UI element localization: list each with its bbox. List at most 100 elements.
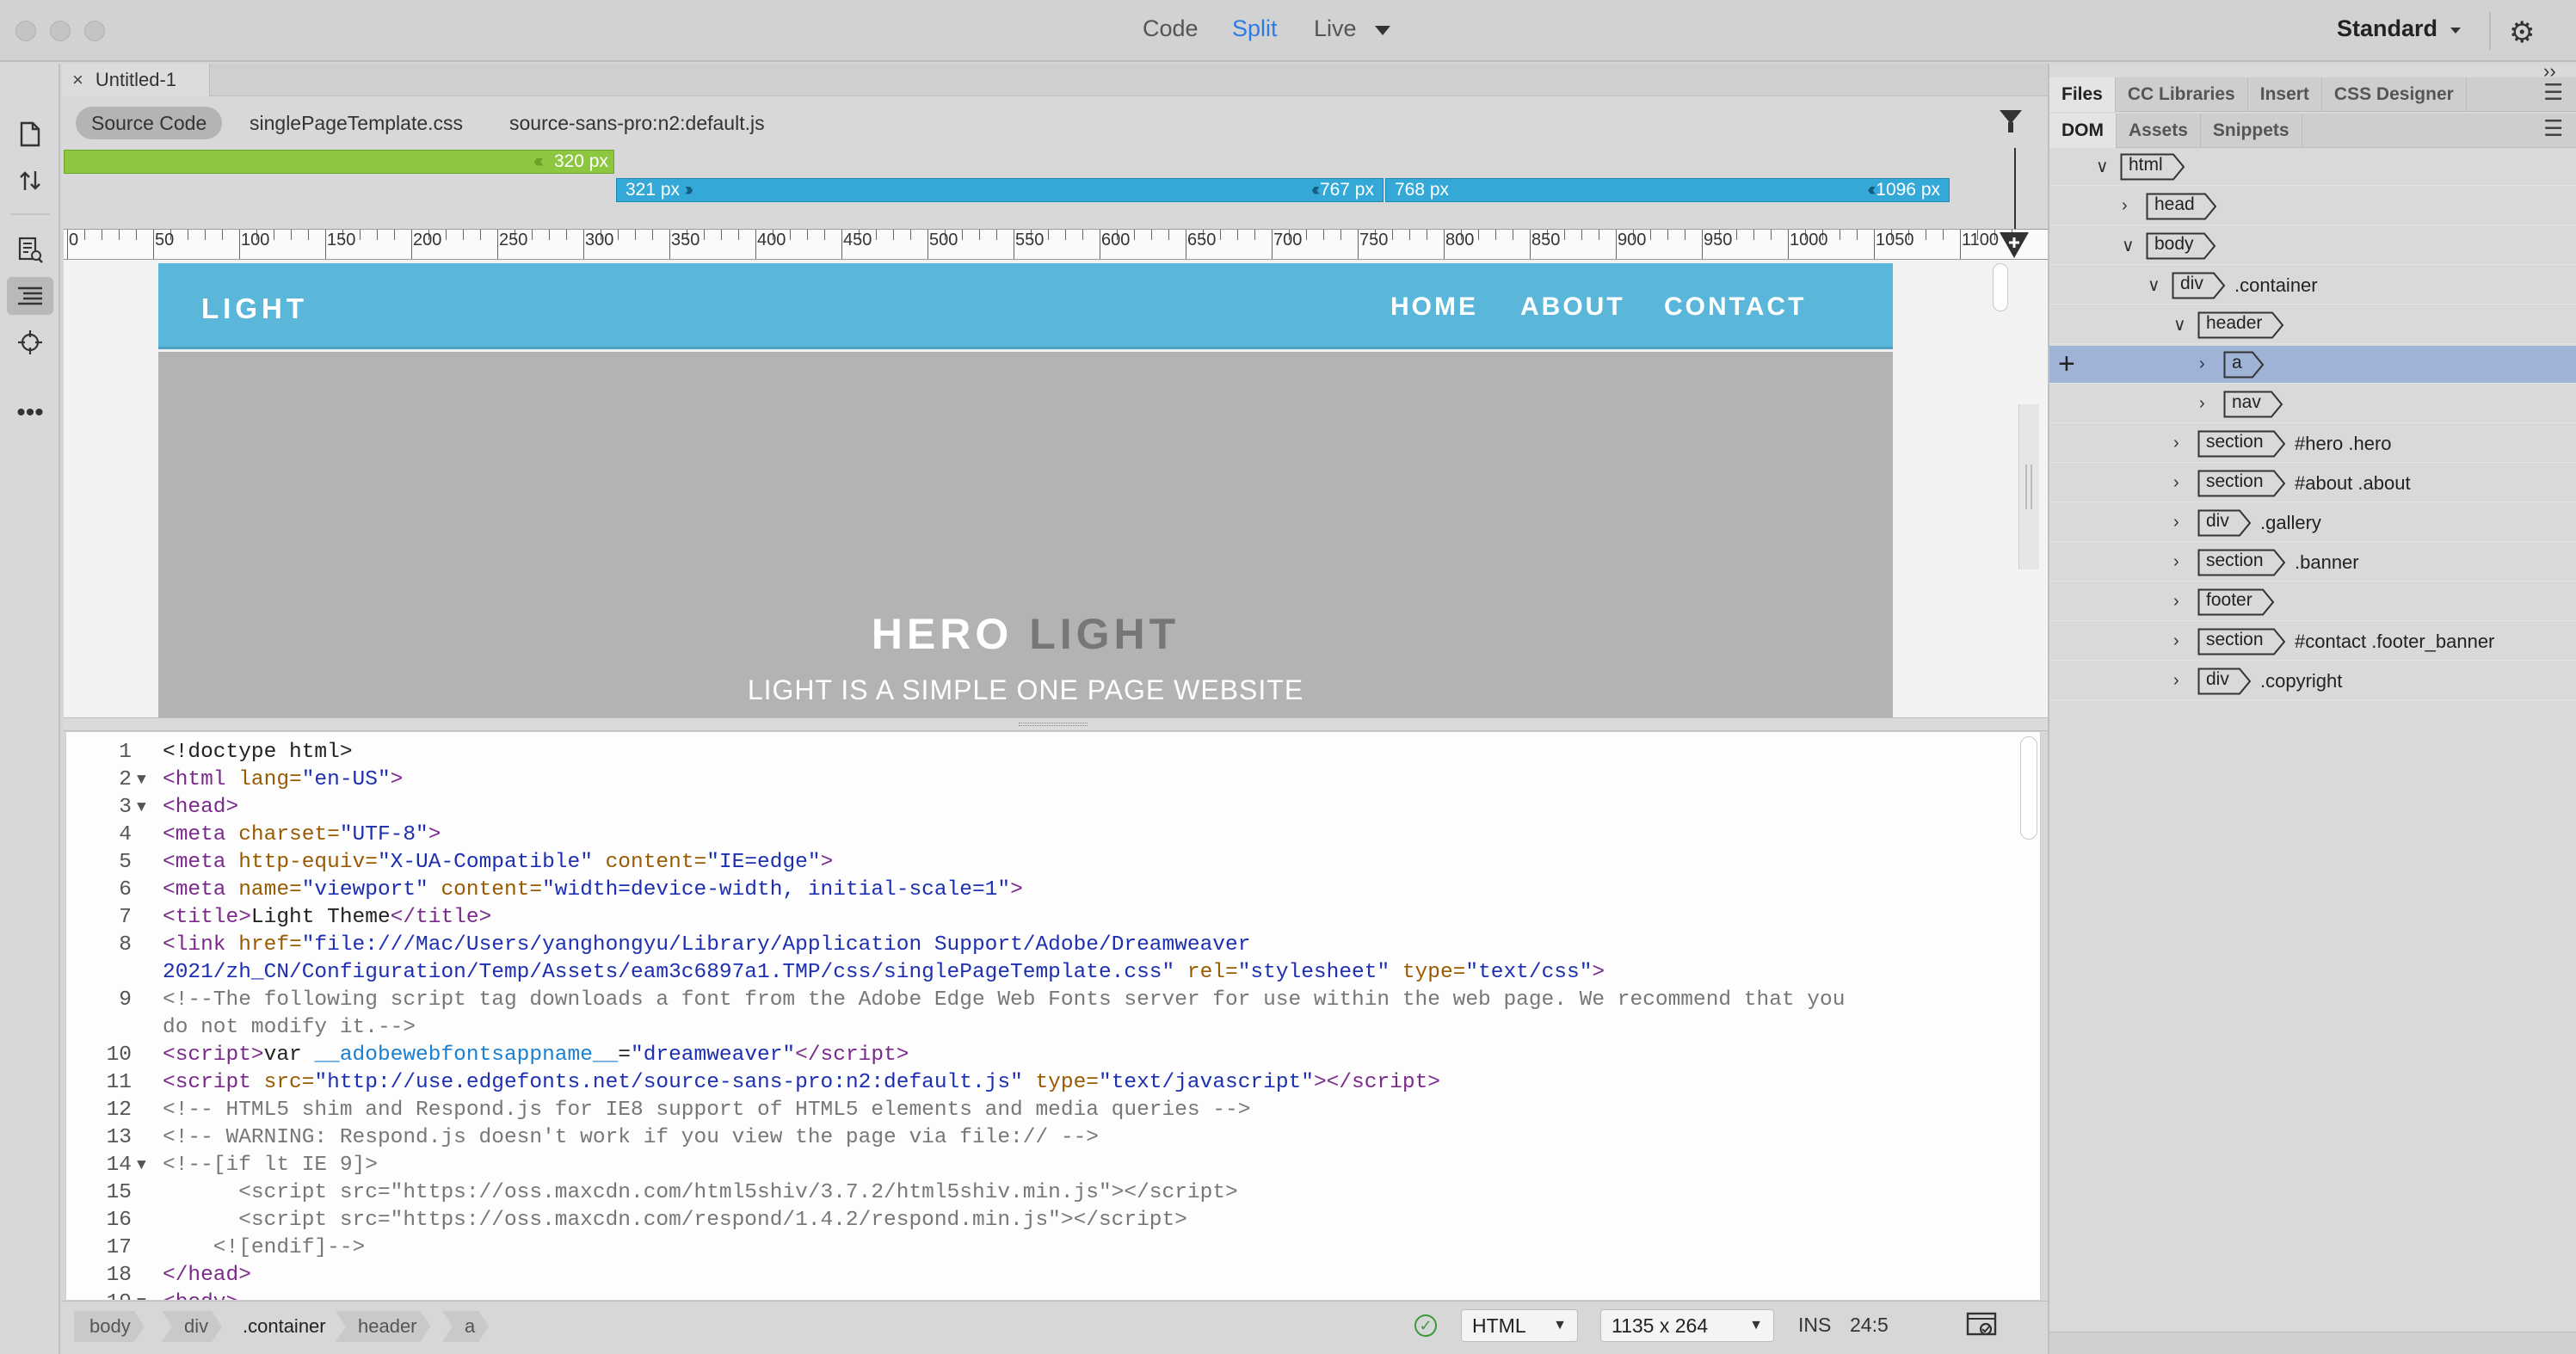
open-documents-icon[interactable] bbox=[7, 115, 53, 153]
dom-tag-badge[interactable]: nav bbox=[2223, 391, 2283, 418]
panel-tab-insert[interactable]: Insert bbox=[2248, 77, 2322, 112]
live-view-resize-grip[interactable] bbox=[2025, 465, 2032, 509]
code-line[interactable]: 7 <title>Light Theme</title> bbox=[66, 904, 2040, 932]
minimize-window-button[interactable] bbox=[50, 21, 71, 41]
chevron-right-icon[interactable]: › bbox=[2199, 394, 2205, 414]
close-tab-icon[interactable]: × bbox=[72, 69, 83, 91]
chevron-down-icon[interactable]: ∨ bbox=[2122, 235, 2135, 256]
chevron-right-icon[interactable]: › bbox=[2122, 196, 2128, 216]
chevron-right-icon[interactable]: › bbox=[2173, 513, 2179, 532]
code-view[interactable]: 1 <!doctype html> 2 ▼ <html lang="en-US"> 3 ▼ <… bbox=[65, 731, 2041, 1301]
media-query-768-1096[interactable]: 768 px ‹‹‹‹ 1096 px bbox=[1385, 178, 1950, 202]
site-nav-about[interactable]: ABOUT bbox=[1520, 292, 1625, 322]
breadcrumb-container[interactable]: .container bbox=[220, 1311, 340, 1342]
code-line[interactable]: 5 <meta http-equiv="X-UA-Compatible" cont… bbox=[66, 849, 2040, 877]
dom-node-section[interactable]: › section #about .about bbox=[2049, 465, 2576, 502]
chevron-down-icon[interactable]: ∨ bbox=[2096, 156, 2109, 177]
live-mode-button[interactable]: Live bbox=[1314, 15, 1357, 42]
code-line[interactable]: 14 ▼ <!--[if lt IE 9]> bbox=[66, 1152, 2040, 1179]
dom-tag-badge[interactable]: section bbox=[2197, 470, 2286, 497]
media-query-321-767[interactable]: 321 px ›››› ‹‹‹‹ 767 px bbox=[616, 178, 1384, 202]
code-line[interactable]: 8 <link href="file:///Mac/Users/yanghongy… bbox=[66, 932, 2040, 959]
dom-node-div[interactable]: › div .gallery bbox=[2049, 504, 2576, 542]
fold-toggle-icon[interactable]: ▼ bbox=[137, 766, 146, 794]
panel-tab-cc-libraries[interactable]: CC Libraries bbox=[2116, 77, 2248, 112]
window-size-select[interactable]: 1135 x 264 ▼ bbox=[1600, 1309, 1774, 1342]
code-line[interactable]: 9 <!--The following script tag downloads … bbox=[66, 987, 2040, 1014]
zoom-window-button[interactable] bbox=[84, 21, 105, 41]
close-window-button[interactable] bbox=[15, 21, 36, 41]
fold-toggle-icon[interactable]: ▼ bbox=[137, 794, 146, 822]
panel-tab-css-designer[interactable]: CSS Designer bbox=[2322, 77, 2467, 112]
panel-menu-icon[interactable]: ☰ bbox=[2543, 79, 2563, 106]
code-line[interactable]: 16 <script src="https://oss.maxcdn.com/r… bbox=[66, 1207, 2040, 1234]
split-view-grip[interactable] bbox=[1019, 723, 1088, 726]
code-line[interactable]: 13 <!-- WARNING: Respond.js doesn't work … bbox=[66, 1124, 2040, 1152]
code-line[interactable]: 2021/zh_CN/Configuration/Temp/Assets/eam… bbox=[66, 959, 2040, 987]
panel-tab-files[interactable]: Files bbox=[2049, 77, 2116, 112]
dom-tag-badge[interactable]: div bbox=[2197, 509, 2252, 537]
dom-node-div[interactable]: › div .copyright bbox=[2049, 662, 2576, 700]
target-icon[interactable] bbox=[7, 323, 53, 361]
more-tools-icon[interactable]: ••• bbox=[7, 394, 53, 432]
dom-node-body[interactable]: ∨ body bbox=[2049, 227, 2576, 265]
dom-node-a[interactable]: + › a bbox=[2049, 346, 2576, 384]
site-header[interactable] bbox=[158, 263, 1893, 349]
dom-tag-badge[interactable]: html bbox=[2120, 153, 2185, 181]
dom-tag-badge[interactable]: div bbox=[2197, 668, 2252, 695]
dom-node-section[interactable]: › section #contact .footer_banner bbox=[2049, 623, 2576, 661]
related-file-source-code[interactable]: Source Code bbox=[76, 107, 223, 139]
site-nav-contact[interactable]: CONTACT bbox=[1664, 292, 1806, 322]
format-source-icon[interactable] bbox=[7, 277, 53, 315]
code-line[interactable]: 2 ▼ <html lang="en-US"> bbox=[66, 766, 2040, 794]
code-line[interactable]: 11 <script src="http://use.edgefonts.net/… bbox=[66, 1069, 2040, 1097]
workspace-caret-icon[interactable] bbox=[2450, 28, 2461, 34]
add-element-icon[interactable]: + bbox=[2058, 348, 2075, 381]
code-line[interactable]: 17 <![endif]--> bbox=[66, 1234, 2040, 1262]
dom-node-head[interactable]: › head bbox=[2049, 188, 2576, 225]
code-line[interactable]: do not modify it.--> bbox=[66, 1014, 2040, 1042]
code-line[interactable]: 15 <script src="https://oss.maxcdn.com/h… bbox=[66, 1179, 2040, 1207]
related-file-css[interactable]: singlePageTemplate.css bbox=[234, 107, 478, 139]
dom-tag-badge[interactable]: section bbox=[2197, 430, 2286, 458]
split-mode-button[interactable]: Split bbox=[1232, 15, 1278, 42]
code-mode-button[interactable]: Code bbox=[1143, 15, 1199, 42]
chevron-down-icon[interactable]: ∨ bbox=[2173, 314, 2186, 335]
fold-toggle-icon[interactable]: ▼ bbox=[137, 1289, 146, 1300]
workspace-switcher[interactable]: Standard bbox=[2337, 15, 2437, 42]
code-line[interactable]: 19 ▼ <body> bbox=[66, 1289, 2040, 1300]
media-query-max-320[interactable]: ‹‹‹‹‹‹ 320 px bbox=[64, 150, 614, 174]
dom-tag-badge[interactable]: body bbox=[2146, 232, 2216, 260]
code-line[interactable]: 6 <meta name="viewport" content="width=de… bbox=[66, 877, 2040, 904]
dom-node-section[interactable]: › section #hero .hero bbox=[2049, 425, 2576, 463]
dom-node-nav[interactable]: › nav bbox=[2049, 385, 2576, 423]
live-options-caret-icon[interactable] bbox=[1375, 26, 1390, 35]
chevron-right-icon[interactable]: › bbox=[2173, 473, 2179, 493]
code-line[interactable]: 1 <!doctype html> bbox=[66, 739, 2040, 766]
chevron-down-icon[interactable]: ∨ bbox=[2148, 274, 2160, 296]
real-time-preview-icon[interactable] bbox=[1965, 1311, 2000, 1340]
chevron-right-icon[interactable]: › bbox=[2173, 631, 2179, 651]
dom-tag-badge[interactable]: footer bbox=[2197, 588, 2275, 616]
site-logo[interactable]: LIGHT bbox=[201, 292, 308, 325]
chevron-right-icon[interactable]: › bbox=[2199, 354, 2205, 374]
dom-tag-badge[interactable]: section bbox=[2197, 549, 2286, 576]
dom-node-footer[interactable]: › footer bbox=[2049, 583, 2576, 621]
document-tab-untitled[interactable]: × Untitled-1 bbox=[62, 64, 210, 96]
dom-tag-badge[interactable]: a bbox=[2223, 351, 2265, 379]
code-line[interactable]: 18 </head> bbox=[66, 1262, 2040, 1289]
chevron-right-icon[interactable]: › bbox=[2173, 592, 2179, 612]
code-line[interactable]: 3 ▼ <head> bbox=[66, 794, 2040, 822]
dom-tag-badge[interactable]: section bbox=[2197, 628, 2286, 655]
viewport-resize-handle[interactable] bbox=[1998, 231, 2031, 260]
related-file-js[interactable]: source-sans-pro:n2:default.js bbox=[494, 107, 780, 139]
document-type-select[interactable]: HTML ▼ bbox=[1461, 1309, 1578, 1342]
dom-tag-badge[interactable]: div bbox=[2172, 272, 2226, 299]
panel-tab-assets[interactable]: Assets bbox=[2117, 114, 2201, 148]
dom-node-section[interactable]: › section .banner bbox=[2049, 544, 2576, 582]
code-line[interactable]: 10 <script>var __adobewebfontsappname__="… bbox=[66, 1042, 2040, 1069]
dom-tag-badge[interactable]: head bbox=[2146, 193, 2217, 220]
chevron-right-icon[interactable]: › bbox=[2173, 434, 2179, 453]
code-inspector-icon[interactable] bbox=[7, 231, 53, 268]
code-view-scrollbar-thumb[interactable] bbox=[2020, 736, 2037, 840]
